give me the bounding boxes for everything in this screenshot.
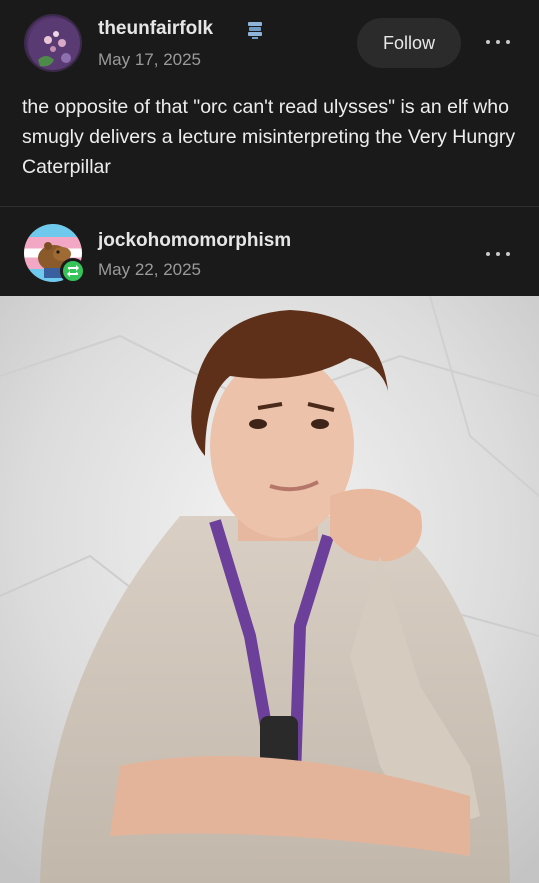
post-date: May 17, 2025 — [98, 50, 202, 69]
original-post-header: theunfairfolk May 17, 2025 Follow — [0, 0, 539, 88]
reblogger-username[interactable]: jockohomomorphism — [98, 230, 291, 252]
reblog-date: May 22, 2025 — [98, 260, 202, 279]
divider — [0, 206, 539, 207]
more-options-icon[interactable] — [478, 30, 518, 54]
reblog-icon — [60, 258, 86, 284]
post-image[interactable] — [0, 296, 539, 883]
post-text: the opposite of that "orc can't read uly… — [22, 96, 516, 178]
username[interactable]: theunfairfolk — [98, 18, 213, 40]
avatar[interactable] — [24, 14, 82, 72]
follow-button[interactable]: Follow — [357, 18, 461, 68]
more-options-icon[interactable] — [478, 242, 518, 266]
blog-badge-icon — [246, 20, 264, 40]
man-photo-icon — [0, 296, 539, 883]
reblog-header: jockohomomorphism May 22, 2025 — [0, 210, 539, 296]
avatar-art-icon — [28, 18, 80, 70]
